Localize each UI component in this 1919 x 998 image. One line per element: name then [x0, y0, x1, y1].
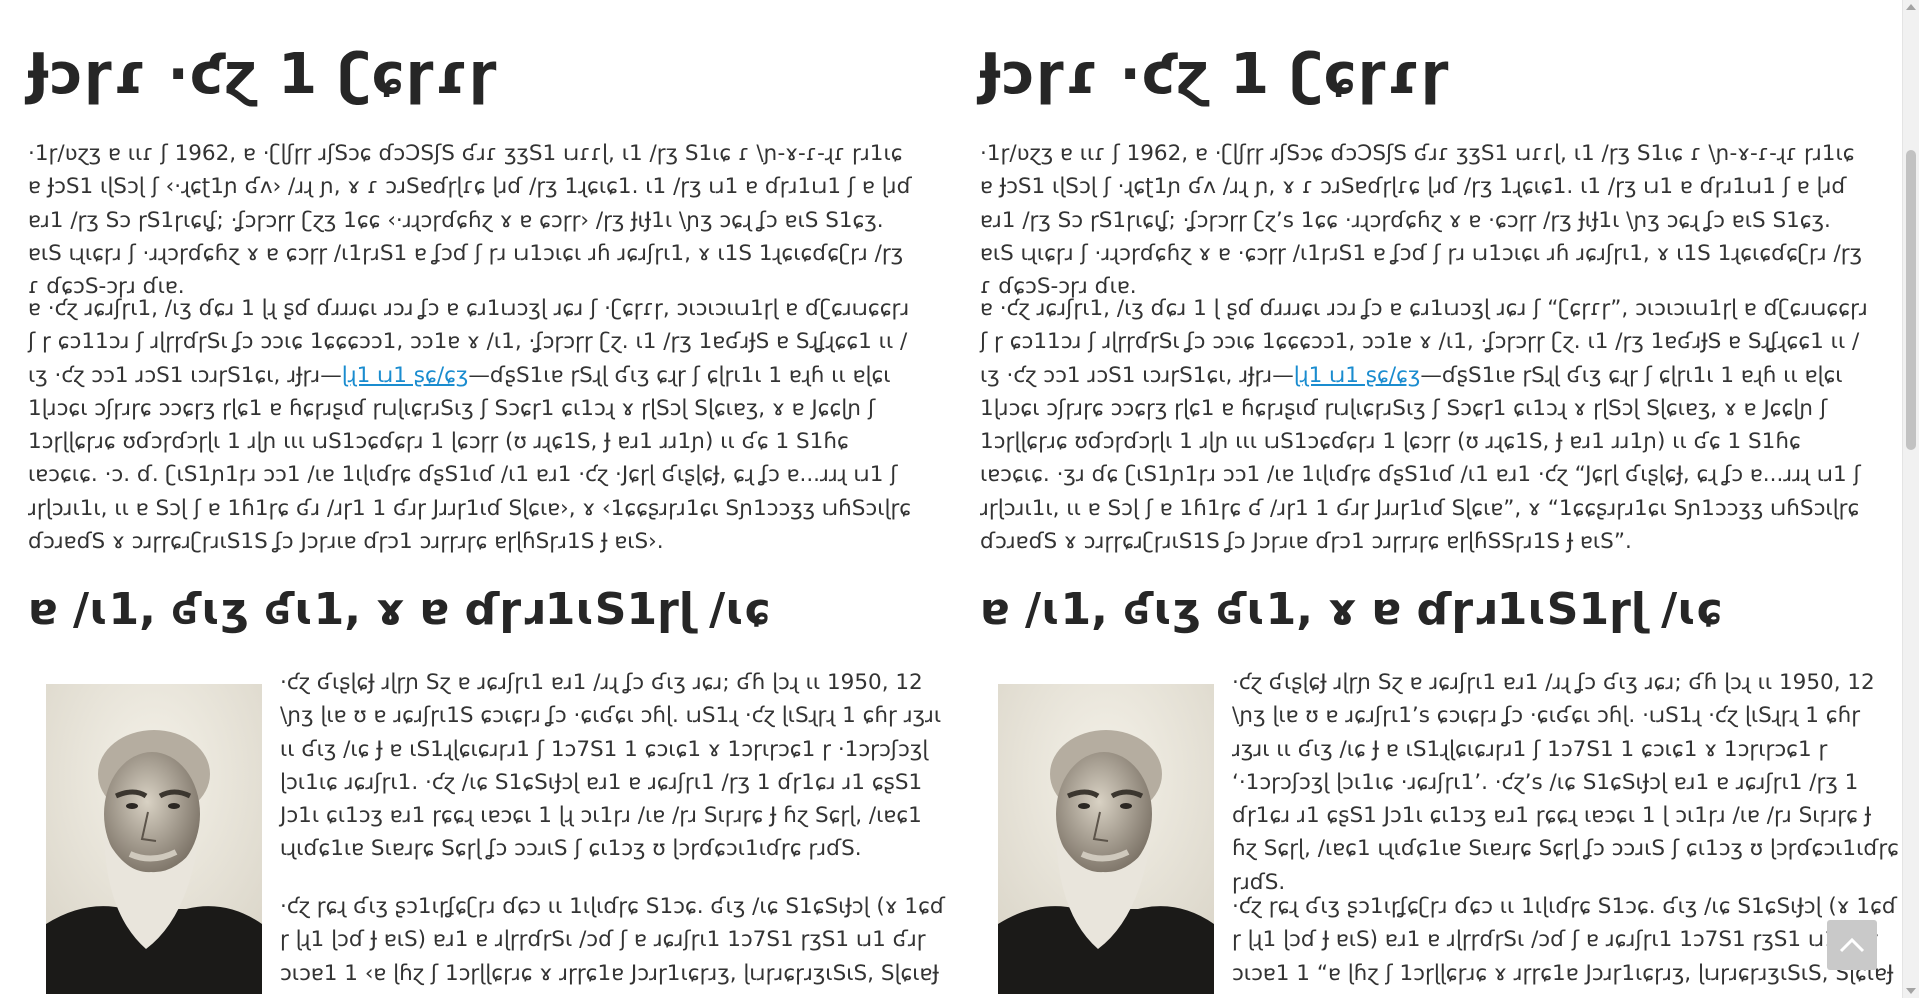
body-text: —ɗʂS1ɩɐ ɼSɻɭ ʛɩʒ ɕɻɼ ʃ ɕɭɼɩ1ɩ 1 ɐɻɦ ɩɩ ɐ…	[980, 362, 1861, 555]
page-title: Ɉɔɼɾ ·ƈɀ 1 ʗɕɼɾɼ	[28, 42, 498, 107]
body-text: —ɗʂS1ɩɐ ɼSɻɭ ʛɩʒ ɕɻɼ ʃ ɕɭɼɩ1ɩ 1 ɐɻɦ ɩɩ ɐ…	[28, 362, 912, 555]
scroll-down-arrow-icon[interactable]	[1906, 988, 1916, 994]
section-paragraph: ·ƈɀ ʛɩʂɭɕɈ ɹɭɼɲ Sɀ ɐ ɹɕɹʃɼɩ1 ɐɹ1 /ɹɻ ʆɔ …	[280, 670, 942, 862]
section-paragraph: ·ƈɀ ɼɕɻ ʛɩʒ ʂɔ1ɩɼʆɕʗɼɹ ɗɕɔ ɩɩ 1ɩɭɩɗɼɕ S1…	[1232, 894, 1897, 986]
body-paragraph: ɐ ·ƈɀ ɹɕɹʃɼɩ1, /ɩʒ ɗɕɹ 1 ɭ ʂɗ ɗɹɹɹɕɩ ɹɔɹ…	[980, 292, 1870, 558]
section-heading: ɐ /ɩ1, ʛɩʒ ʛɩ1, ɤ ɐ ɗɼɹ1ɩS1ɼɭ /ɩɕ	[28, 584, 771, 635]
inline-link[interactable]: ɭɻ1 ɩɹ1 ʂɕ/ɕʒ	[342, 363, 469, 388]
vertical-scrollbar[interactable]	[1902, 0, 1919, 998]
scroll-up-arrow-icon[interactable]	[1906, 4, 1916, 10]
body-paragraph: ɐ ·ƈɀ ɹɕɹʃɼɩ1, /ɩʒ ɗɕɹ 1 ɭɻ ʂɗ ɗɹɹɹɕɩ ɹɔ…	[28, 292, 918, 558]
scrollbar-thumb[interactable]	[1906, 150, 1916, 450]
portrait-image	[998, 684, 1214, 994]
section-paragraph: ·ƈɀ ɼɕɻ ʛɩʒ ʂɔ1ɩɼʆɕʗɼɹ ɗɕɔ ɩɩ 1ɩɭɩɗɼɕ S1…	[280, 894, 945, 986]
section-paragraph: ·ƈɀ ʛɩʂɭɕɈ ɹɭɼɲ Sɀ ɐ ɹɕɹʃɼɩ1 ɐɹ1 /ɹɻ ʆɔ …	[1232, 670, 1899, 895]
intro-paragraph: ·1ɼ/ʋɀʒ ɐ ɩɩɾ ʃ 1962, ɐ ·ʗɭʃɼɼ ɹʃSɔɕ ɗɔƆ…	[28, 141, 912, 300]
page-title: Ɉɔɼɾ ·ƈɀ 1 ʗɕɼɾɼ	[980, 42, 1450, 107]
section-heading: ɐ /ɩ1, ʛɩʒ ʛɩ1, ɤ ɐ ɗɼɹ1ɩS1ɼɭ /ɩɕ	[980, 584, 1723, 635]
chevron-up-icon	[1839, 937, 1865, 953]
portrait-image	[46, 684, 262, 994]
inline-link[interactable]: ɭɻ1 ɩɹ1 ʂɕ/ɕʒ	[1294, 363, 1421, 388]
back-to-top-button[interactable]	[1827, 920, 1877, 970]
intro-paragraph: ·1ɼ/ʋɀʒ ɐ ɩɩɾ ʃ 1962, ɐ ·ʗɭʃɼɼ ɹʃSɔɕ ɗɔƆ…	[980, 141, 1862, 300]
